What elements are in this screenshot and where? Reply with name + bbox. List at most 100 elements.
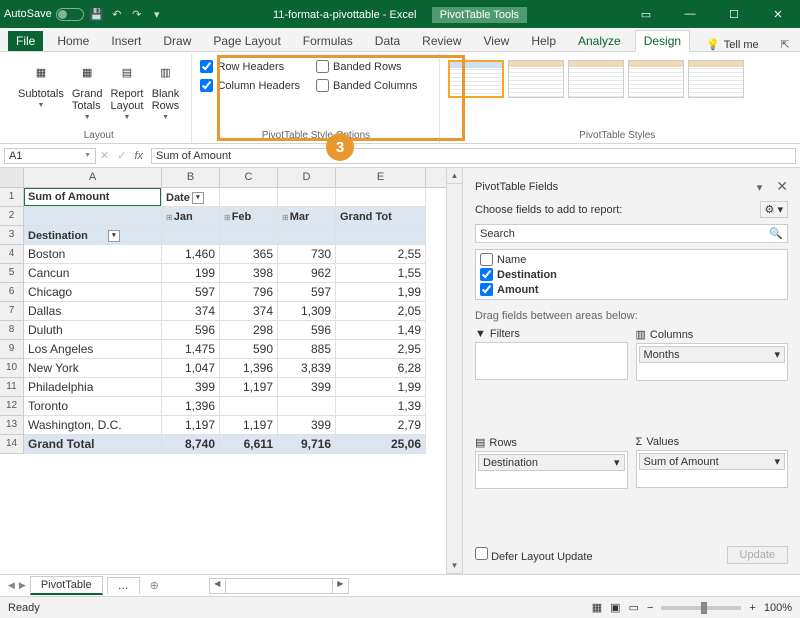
row-header[interactable]: 10: [0, 359, 24, 378]
cell[interactable]: [162, 226, 220, 245]
tab-draw[interactable]: Draw: [155, 31, 199, 51]
tab-insert[interactable]: Insert: [103, 31, 149, 51]
tab-design[interactable]: Design: [635, 30, 690, 52]
sheet-tab-more[interactable]: …: [107, 577, 140, 594]
cell[interactable]: Sum of Amount: [24, 188, 162, 207]
area-item[interactable]: Destination▾: [478, 454, 625, 471]
tab-page-layout[interactable]: Page Layout: [205, 31, 288, 51]
filters-area[interactable]: [475, 342, 628, 380]
banded-rows-checkbox[interactable]: Banded Rows: [316, 60, 417, 73]
cell[interactable]: 6,611: [220, 435, 278, 454]
cell[interactable]: 298: [220, 321, 278, 340]
cell[interactable]: 1,49: [336, 321, 426, 340]
update-button[interactable]: Update: [727, 546, 788, 564]
cell[interactable]: 1,99: [336, 283, 426, 302]
style-thumb[interactable]: [508, 60, 564, 98]
cell[interactable]: [278, 226, 336, 245]
cell[interactable]: ⊞Jan: [162, 207, 220, 226]
cell[interactable]: Washington, D.C.: [24, 416, 162, 435]
cell[interactable]: Grand Tot: [336, 207, 426, 226]
area-item[interactable]: Months▾: [639, 346, 786, 363]
cell[interactable]: 399: [278, 416, 336, 435]
cell[interactable]: Los Angeles: [24, 340, 162, 359]
cell[interactable]: 199: [162, 264, 220, 283]
cell[interactable]: Grand Total: [24, 435, 162, 454]
row-header[interactable]: 2: [0, 207, 24, 226]
cell[interactable]: Philadelphia: [24, 378, 162, 397]
cell[interactable]: 6,28: [336, 359, 426, 378]
row-header[interactable]: 7: [0, 302, 24, 321]
cell[interactable]: New York: [24, 359, 162, 378]
cell[interactable]: 1,460: [162, 245, 220, 264]
grand-totals-button[interactable]: ▦Grand Totals▼: [68, 56, 107, 123]
style-gallery[interactable]: [448, 56, 744, 102]
cell[interactable]: Date ▾: [162, 188, 220, 207]
banded-columns-checkbox[interactable]: Banded Columns: [316, 79, 417, 92]
column-headers-checkbox[interactable]: Column Headers: [200, 79, 300, 92]
col-header[interactable]: D: [278, 168, 336, 187]
autosave-toggle[interactable]: AutoSave: [4, 8, 84, 21]
zoom-in-icon[interactable]: +: [749, 602, 755, 614]
cell[interactable]: ⊞Feb: [220, 207, 278, 226]
row-header[interactable]: 5: [0, 264, 24, 283]
enter-formula-icon[interactable]: ✓: [117, 149, 126, 162]
tab-data[interactable]: Data: [367, 31, 408, 51]
cancel-formula-icon[interactable]: ✕: [100, 149, 109, 162]
cell[interactable]: 796: [220, 283, 278, 302]
taskpane-dropdown-icon[interactable]: ▾: [757, 182, 763, 194]
cell[interactable]: 1,99: [336, 378, 426, 397]
col-header[interactable]: C: [220, 168, 278, 187]
row-header[interactable]: 1: [0, 188, 24, 207]
cell[interactable]: 3,839: [278, 359, 336, 378]
blank-rows-button[interactable]: ▥Blank Rows▼: [147, 56, 183, 123]
cell[interactable]: [220, 226, 278, 245]
cell[interactable]: 596: [278, 321, 336, 340]
cell[interactable]: ⊞Mar: [278, 207, 336, 226]
cell[interactable]: [278, 188, 336, 207]
cell[interactable]: [220, 397, 278, 416]
tell-me[interactable]: 💡 Tell me: [706, 38, 759, 51]
cell[interactable]: [24, 207, 162, 226]
row-header[interactable]: 12: [0, 397, 24, 416]
fx-icon[interactable]: fx: [134, 150, 143, 162]
tab-formulas[interactable]: Formulas: [295, 31, 361, 51]
taskpane-close-icon[interactable]: ✕: [776, 178, 788, 194]
subtotals-button[interactable]: ▦Subtotals▼: [14, 56, 68, 111]
field-search-input[interactable]: Search🔍: [475, 224, 788, 243]
cell[interactable]: 1,55: [336, 264, 426, 283]
undo-icon[interactable]: ↶: [110, 7, 124, 21]
cell[interactable]: 374: [162, 302, 220, 321]
tab-view[interactable]: View: [476, 31, 518, 51]
cell[interactable]: 8,740: [162, 435, 220, 454]
scroll-up-icon[interactable]: ▲: [447, 168, 462, 184]
cell[interactable]: 596: [162, 321, 220, 340]
row-header[interactable]: 11: [0, 378, 24, 397]
tab-home[interactable]: Home: [49, 31, 97, 51]
cell[interactable]: 1,309: [278, 302, 336, 321]
vertical-scrollbar[interactable]: ▲ ▼: [446, 168, 462, 574]
cell[interactable]: 398: [220, 264, 278, 283]
style-thumb[interactable]: [688, 60, 744, 98]
cell[interactable]: [336, 226, 426, 245]
field-item[interactable]: Name: [478, 252, 785, 267]
row-header[interactable]: 4: [0, 245, 24, 264]
values-area[interactable]: Sum of Amount▾: [636, 450, 789, 488]
cell[interactable]: 1,396: [162, 397, 220, 416]
cell[interactable]: 374: [220, 302, 278, 321]
row-header[interactable]: 14: [0, 435, 24, 454]
cell[interactable]: 25,06: [336, 435, 426, 454]
cell[interactable]: 1,475: [162, 340, 220, 359]
maximize-icon[interactable]: ☐: [716, 0, 752, 28]
zoom-level[interactable]: 100%: [764, 602, 792, 614]
cell[interactable]: 9,716: [278, 435, 336, 454]
cell[interactable]: 885: [278, 340, 336, 359]
cell[interactable]: Toronto: [24, 397, 162, 416]
minimize-icon[interactable]: —: [672, 0, 708, 28]
row-header[interactable]: 9: [0, 340, 24, 359]
cell[interactable]: 1,047: [162, 359, 220, 378]
cell[interactable]: [220, 188, 278, 207]
cell[interactable]: 597: [162, 283, 220, 302]
cell[interactable]: 365: [220, 245, 278, 264]
rows-area[interactable]: Destination▾: [475, 451, 628, 489]
cell[interactable]: 2,55: [336, 245, 426, 264]
